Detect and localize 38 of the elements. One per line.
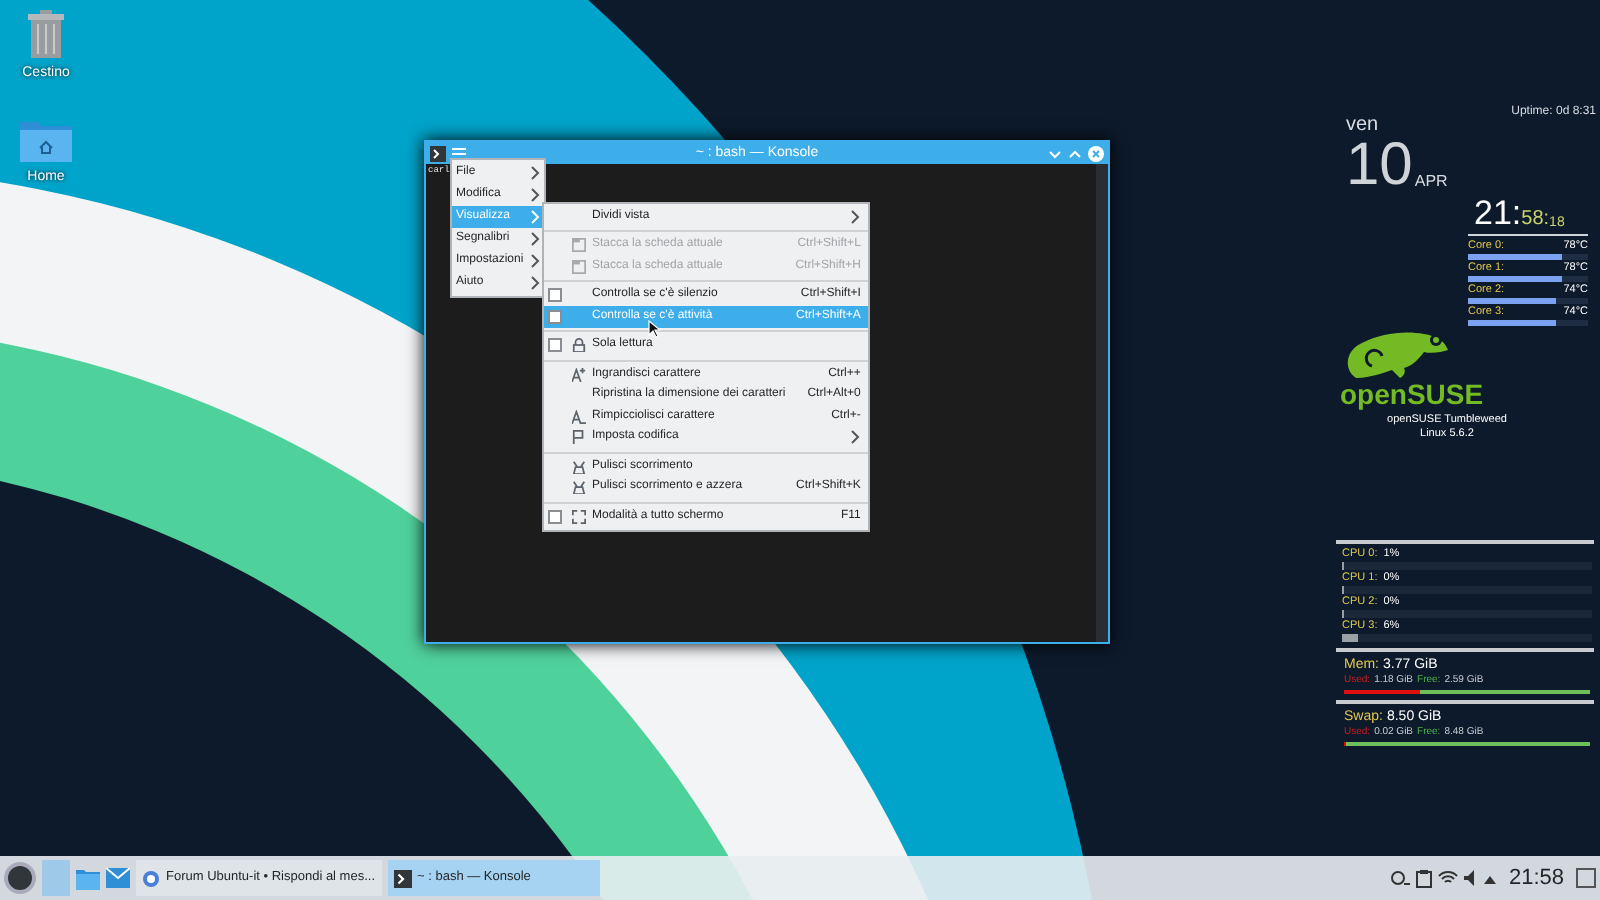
logo-text: openSUSE <box>1340 380 1484 408</box>
tab-icon <box>571 238 585 253</box>
checkbox[interactable] <box>548 338 562 353</box>
caret-up-icon[interactable] <box>1484 873 1497 883</box>
clock-hours: 21: <box>1474 196 1522 230</box>
font-smaller-icon <box>571 409 585 424</box>
maximize-icon[interactable] <box>1068 147 1082 159</box>
month-text: APR <box>1414 170 1448 194</box>
globe-icon <box>142 869 160 887</box>
broom-icon <box>571 480 585 495</box>
close-icon[interactable] <box>1088 145 1104 161</box>
minimize-icon[interactable] <box>1048 147 1062 159</box>
terminal-icon <box>430 145 446 161</box>
speaker-icon[interactable] <box>1464 870 1479 886</box>
weekday-text: ven <box>1346 116 1381 136</box>
trash-icon <box>26 10 66 58</box>
fullscreen-icon <box>571 509 585 524</box>
updates-icon[interactable] <box>1390 869 1411 887</box>
checkbox[interactable] <box>548 509 562 524</box>
broom-icon <box>571 459 585 474</box>
clock-minutes: 58: <box>1521 210 1550 230</box>
font-larger-icon <box>571 367 585 382</box>
day-text: 10 <box>1346 136 1413 196</box>
tab-icon <box>571 259 585 274</box>
checkbox[interactable] <box>548 288 562 303</box>
app-launcher-icon[interactable] <box>4 862 36 894</box>
clipboard-icon[interactable] <box>1416 869 1433 887</box>
flag-icon <box>571 430 585 445</box>
taskbar-clock[interactable]: 21:58 <box>1508 861 1564 895</box>
lock-icon <box>571 338 585 353</box>
desktop-icon[interactable] <box>1576 868 1596 888</box>
checkbox[interactable] <box>548 309 562 324</box>
terminal-icon <box>393 869 412 887</box>
mail-icon[interactable] <box>106 868 130 888</box>
mouse-cursor-icon <box>648 320 660 338</box>
scrollbar[interactable] <box>1096 164 1108 642</box>
folder-icon[interactable] <box>76 867 100 889</box>
wifi-icon[interactable] <box>1438 870 1459 886</box>
